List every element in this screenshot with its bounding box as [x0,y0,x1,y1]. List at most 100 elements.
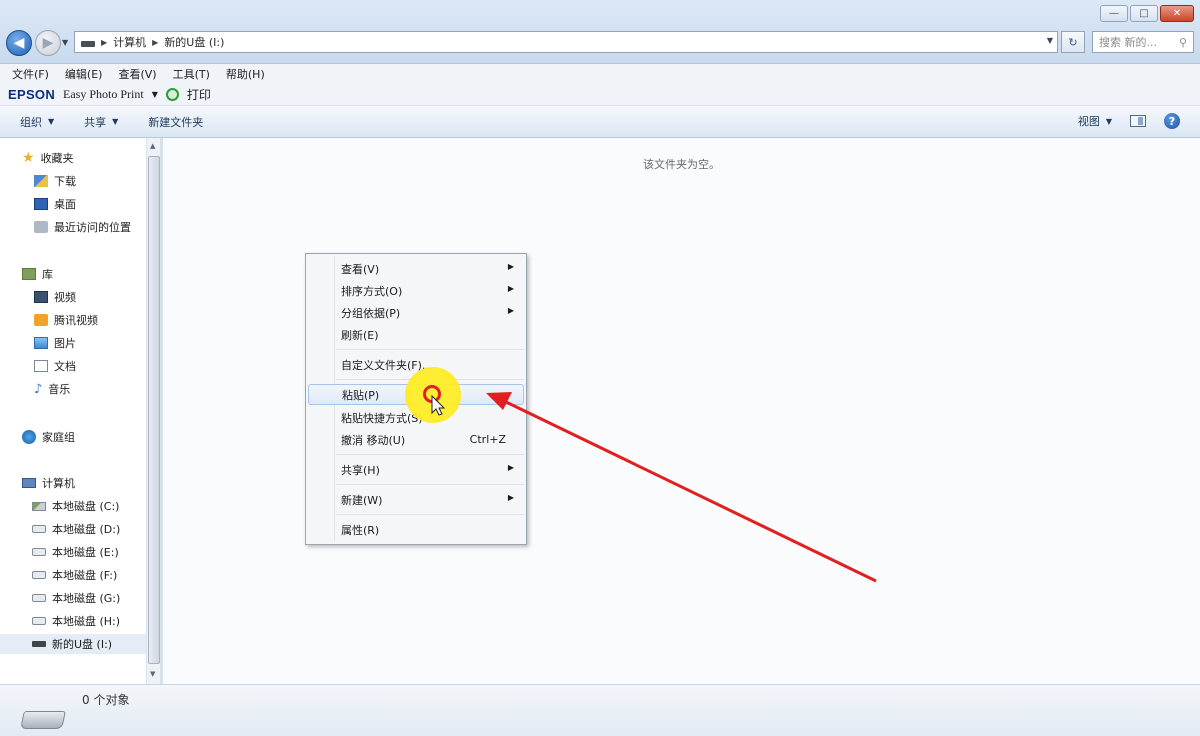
help-icon[interactable]: ? [1164,113,1180,129]
nav-item-videos[interactable]: 视频 [34,287,76,307]
chevron-right-icon[interactable]: ▶ [101,38,107,47]
preview-pane-icon[interactable] [1130,115,1146,127]
menu-item-properties[interactable]: 属性(R) [308,519,524,540]
back-button[interactable]: ◀ [6,30,32,56]
nav-label: 计算机 [42,477,75,490]
menu-item-label: 分组依据(P) [341,306,401,320]
nav-item-tencent-video[interactable]: 腾讯视频 [34,310,98,330]
share-button[interactable]: 共享 ▼ [84,114,118,130]
nav-item-drive-e[interactable]: 本地磁盘 (E:) [32,542,119,562]
print-icon[interactable] [165,88,179,101]
chevron-right-icon[interactable]: ▶ [152,38,158,47]
menu-item-label: 属性(R) [341,523,380,537]
nav-item-drive-f[interactable]: 本地磁盘 (F:) [32,565,117,585]
nav-item-music[interactable]: ♪ 音乐 [34,379,70,399]
nav-label: 本地磁盘 (C:) [52,500,120,513]
menu-separator [336,349,524,350]
nav-label: 音乐 [48,383,71,396]
nav-libraries[interactable]: 库 [22,264,53,284]
menu-item-label: 刷新(E) [341,328,379,342]
nav-label: 家庭组 [42,431,75,444]
epson-app-dropdown[interactable]: ▼ [152,90,158,99]
nav-label: 图片 [54,337,76,350]
tencent-video-icon [34,314,48,326]
submenu-arrow-icon: ▶ [507,262,514,271]
caret-down-icon: ▼ [48,117,55,126]
menu-item-label: 查看(V) [341,262,380,276]
menu-item-view[interactable]: 查看(V) ▶ [308,258,524,279]
usb-drive-icon [20,711,66,729]
nav-item-drive-h[interactable]: 本地磁盘 (H:) [32,611,120,631]
nav-label: 文档 [54,360,76,373]
menu-shortcut: Ctrl+Z [469,433,506,446]
menu-separator [336,514,524,515]
menu-view[interactable]: 查看(V) [118,66,156,82]
nav-item-pictures[interactable]: 图片 [34,333,76,353]
epson-app-button[interactable]: Easy Photo Print [63,87,144,102]
address-dropdown[interactable]: ▼ [1047,36,1053,45]
hard-drive-icon [32,525,46,533]
nav-homegroup[interactable]: 家庭组 [22,427,75,447]
star-icon: ★ [22,150,35,166]
menu-item-label: 粘贴(P) [342,388,380,402]
minimize-button[interactable]: — [1100,5,1128,22]
desktop-icon [34,198,48,210]
menu-file[interactable]: 文件(F) [12,66,49,82]
nav-item-usb-drive[interactable]: 新的U盘 (I:) [0,634,146,654]
system-drive-icon [32,501,46,511]
forward-button[interactable]: ▶ [35,30,61,56]
menu-item-refresh[interactable]: 刷新(E) [308,324,524,345]
menu-tools[interactable]: 工具(T) [173,66,210,82]
nav-item-drive-g[interactable]: 本地磁盘 (G:) [32,588,120,608]
search-input[interactable]: 搜索 新的... ⚲ [1092,31,1194,53]
status-bar: 0 个对象 [0,684,1200,736]
menu-help[interactable]: 帮助(H) [226,66,265,82]
nav-item-downloads[interactable]: 下载 [34,171,76,191]
submenu-arrow-icon: ▶ [507,493,514,502]
close-button[interactable]: ✕ [1160,5,1194,22]
new-folder-button[interactable]: 新建文件夹 [148,114,203,130]
menu-item-share[interactable]: 共享(H) ▶ [308,459,524,480]
nav-computer[interactable]: 计算机 [22,473,75,493]
menu-edit[interactable]: 编辑(E) [65,66,103,82]
print-button[interactable]: 打印 [187,86,211,103]
menu-item-undo-move[interactable]: 撤消 移动(U) Ctrl+Z [308,429,524,450]
scroll-down-icon[interactable]: ▼ [150,670,155,678]
nav-item-recent-places[interactable]: 最近访问的位置 [34,217,131,237]
window-controls: — □ ✕ [1100,5,1194,22]
epson-toolbar: EPSON Easy Photo Print ▼ 打印 [0,84,1200,106]
nav-item-drive-d[interactable]: 本地磁盘 (D:) [32,519,120,539]
view-options-button[interactable]: 视图 ▼ [1078,113,1112,129]
nav-label: 腾讯视频 [54,314,98,327]
click-indicator [423,385,441,403]
new-folder-label: 新建文件夹 [148,115,204,129]
menu-item-new[interactable]: 新建(W) ▶ [308,489,524,510]
nav-item-desktop[interactable]: 桌面 [34,194,76,214]
nav-label: 本地磁盘 (E:) [52,546,119,559]
nav-favorites[interactable]: ★ 收藏夹 [22,148,74,168]
share-label: 共享 [84,115,107,129]
breadcrumb-usb-drive[interactable]: 新的U盘 (I:) [164,34,224,50]
nav-scrollbar[interactable]: ▲ ▼ [146,138,160,684]
maximize-button[interactable]: □ [1130,5,1158,22]
scroll-up-icon[interactable]: ▲ [150,142,155,150]
breadcrumb-computer[interactable]: 计算机 [113,34,146,50]
address-bar[interactable]: ▶ 计算机 ▶ 新的U盘 (I:) ▼ [74,31,1058,53]
library-icon [22,268,36,280]
menu-item-sort-by[interactable]: 排序方式(O) ▶ [308,280,524,301]
organize-button[interactable]: 组织 ▼ [20,114,54,130]
arrow-left-icon: ◀ [13,35,25,51]
nav-label: 下载 [54,175,76,188]
scrollbar-thumb[interactable] [148,156,160,664]
item-count: 0 个对象 [82,693,130,707]
music-note-icon: ♪ [34,381,43,397]
menu-item-group-by[interactable]: 分组依据(P) ▶ [308,302,524,323]
recent-pages-dropdown[interactable]: ▼ [62,38,68,47]
nav-label: 本地磁盘 (H:) [52,615,121,628]
nav-item-drive-c[interactable]: 本地磁盘 (C:) [32,496,119,516]
nav-item-documents[interactable]: 文档 [34,356,76,376]
computer-icon [22,478,36,488]
homegroup-icon [22,430,36,444]
refresh-button[interactable]: ↻ [1061,31,1085,53]
usb-drive-icon [32,641,46,647]
